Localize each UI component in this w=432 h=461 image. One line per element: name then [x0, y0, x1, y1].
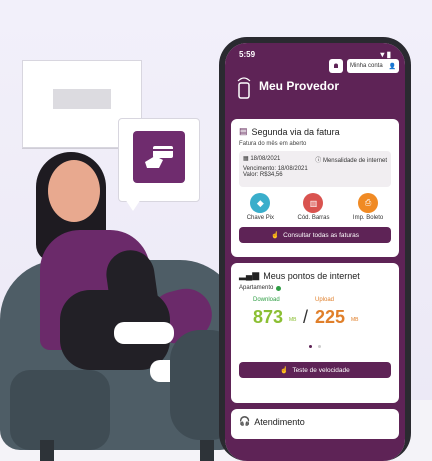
support-card[interactable]: 🎧 Atendimento	[231, 409, 399, 439]
chair-leg	[40, 440, 54, 461]
phone: 5:59 ▾ ▮ Meu Provedor Minha conta 👤 ▤ Se…	[219, 37, 411, 461]
account-button[interactable]: Minha conta 👤	[347, 59, 399, 73]
signal-bars-icon: ▂▄▆	[239, 270, 260, 280]
calendar-icon: ▦ 18/08/2021	[243, 156, 281, 162]
view-all-label: Consultar todas as faturas	[283, 231, 359, 239]
internet-card: ▂▄▆ Meus pontos de internet Apartamento …	[231, 263, 399, 403]
download-label: Download	[253, 297, 280, 303]
upload-value: 225	[315, 307, 346, 327]
invoice-card-title: ▤ Segunda via da fatura	[231, 119, 399, 139]
card-payment-icon	[133, 131, 185, 183]
invoice-card: ▤ Segunda via da fatura Fatura do mês em…	[231, 119, 399, 257]
phone-screen: 5:59 ▾ ▮ Meu Provedor Minha conta 👤 ▤ Se…	[225, 43, 405, 461]
online-status-dot	[276, 285, 282, 291]
speed-test-button[interactable]: ☝ Teste de velocidade	[239, 362, 391, 378]
invoice-icon: ▤	[239, 126, 248, 136]
notification-bell-icon[interactable]	[329, 59, 343, 73]
location-row: Apartamento	[231, 283, 399, 293]
router-logo-icon	[235, 75, 253, 99]
pix-label: Chave Pix	[246, 215, 275, 221]
hand-pointer-icon: ☝	[271, 232, 280, 239]
upload-unit: MB	[351, 317, 359, 323]
upload-label: Upload	[315, 297, 335, 303]
speed-readout: Download Upload 873 MB / 225 MB	[231, 293, 399, 349]
internet-card-title: ▂▄▆ Meus pontos de internet	[231, 263, 399, 283]
invoice-amount: Valor: R$34,56	[243, 172, 283, 178]
armchair-arm-left	[10, 370, 110, 450]
invoice-date: 18/08/2021	[250, 156, 281, 162]
status-time: 5:59	[239, 49, 256, 59]
support-card-title: 🎧 Atendimento	[231, 409, 399, 429]
invoice-details: ▦ 18/08/2021 ⓘ Mensalidade de internet V…	[239, 151, 391, 187]
speed-test-label: Teste de velocidade	[292, 366, 350, 374]
status-icons: ▾ ▮	[380, 49, 391, 59]
invoice-actions: ◆ Chave Pix ▥ Cód. Barras ⎙ Imp. Boleto	[231, 189, 399, 221]
support-title-text: Atendimento	[254, 416, 305, 427]
hand-pointer-icon: ☝	[280, 367, 289, 374]
pix-button[interactable]: ◆ Chave Pix	[247, 193, 274, 221]
print-label: Imp. Boleto	[352, 215, 384, 221]
app-title: Meu Provedor	[259, 79, 340, 93]
chair-leg	[200, 440, 214, 461]
printer-icon: ⎙	[358, 193, 379, 213]
barcode-label: Cód. Barras	[297, 215, 330, 221]
sock-left	[114, 322, 174, 344]
account-label: Minha conta	[350, 63, 383, 69]
main-content: ▤ Segunda via da fatura Fatura do mês em…	[225, 111, 405, 461]
separator: /	[303, 307, 309, 327]
view-all-invoices-button[interactable]: ☝ Consultar todas as faturas	[239, 227, 391, 243]
location-label: Apartamento	[239, 285, 274, 291]
person-head	[48, 160, 100, 222]
speech-bubble	[118, 118, 200, 211]
download-value: 873	[253, 307, 284, 327]
barcode-button[interactable]: ▥ Cód. Barras	[297, 193, 330, 221]
invoice-subtitle: Fatura do mês em aberto	[239, 141, 307, 147]
download-unit: MB	[289, 317, 297, 323]
info-icon: ⓘ Mensalidade de internet	[315, 158, 387, 164]
invoice-plan: Mensalidade de internet	[322, 158, 387, 164]
user-icon: 👤	[388, 63, 396, 70]
headset-icon: 🎧	[239, 416, 251, 426]
print-boleto-button[interactable]: ⎙ Imp. Boleto	[353, 193, 383, 221]
barcode-icon: ▥	[303, 193, 324, 213]
internet-title-text: Meus pontos de internet	[263, 270, 360, 281]
app-header: Meu Provedor Minha conta 👤	[225, 59, 405, 111]
invoice-title-text: Segunda via da fatura	[251, 126, 340, 137]
pix-icon: ◆	[250, 193, 271, 213]
